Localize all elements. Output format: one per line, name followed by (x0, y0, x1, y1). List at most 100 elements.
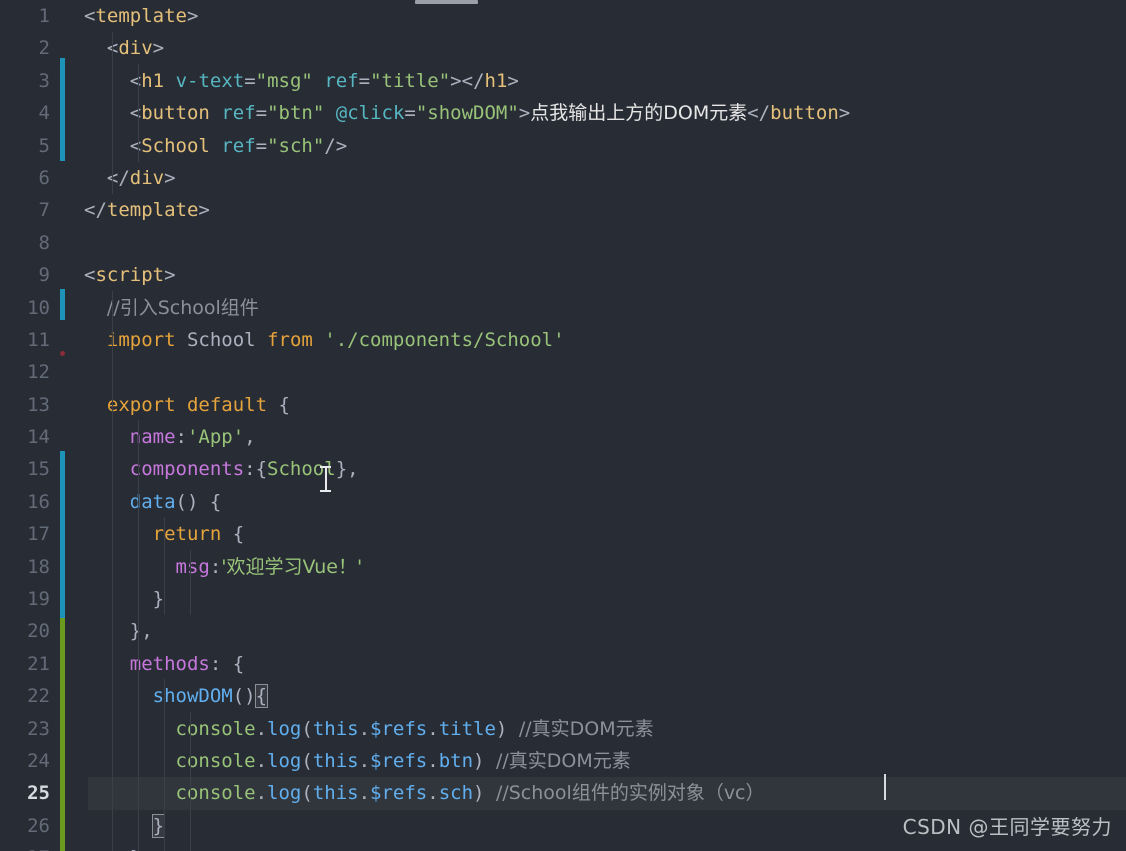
code-line[interactable]: 16 data() { (0, 486, 1126, 518)
token-ref-name: title (438, 717, 496, 740)
indent-guide (138, 420, 139, 851)
line-number: 19 (27, 588, 50, 611)
gutter-diff-deleted-line-12[interactable] (60, 351, 65, 356)
gutter-diff-added-lines-20-27[interactable] (60, 618, 65, 851)
line-content: console.log(this.$refs.title) //真实DOM元素 (175, 717, 654, 740)
token-keyword: default (186, 393, 268, 416)
gutter-diff-modified-lines-14-19[interactable] (60, 451, 65, 618)
token-keyword: return (152, 523, 222, 546)
code-content[interactable]: 1 <template> 2 <div> 3 <h1 v-text="msg" … (0, 0, 1126, 851)
token-string: '欢迎学习Vue！' (221, 555, 363, 578)
indent-guide (112, 32, 113, 194)
token-refs: $refs (370, 782, 428, 805)
line-content: //引入School组件 (84, 292, 259, 324)
token-string: "msg" (255, 69, 313, 92)
code-line[interactable]: 21 methods: { (0, 648, 1126, 680)
token-property: components (129, 458, 245, 481)
token-tag: template (95, 5, 187, 27)
line-content: </template> (84, 199, 210, 222)
code-line[interactable]: 4 <button ref="btn" @click="showDOM">点我输… (0, 97, 1126, 129)
code-line[interactable]: 20 }, (0, 615, 1126, 647)
code-line[interactable]: 11 import School from './components/Scho… (0, 324, 1126, 356)
code-line[interactable]: 7 </template> (0, 194, 1126, 226)
line-number: 24 (27, 749, 50, 772)
line-content: <div> (107, 37, 165, 60)
code-line[interactable]: 1 <template> (0, 0, 1126, 32)
token-tag: script (95, 264, 165, 287)
token-tag: div (129, 166, 165, 189)
line-number: 10 (27, 296, 50, 319)
line-content: <h1 v-text="msg" ref="title"></h1> (129, 69, 519, 92)
token-ref-name: btn (438, 749, 474, 772)
indent-guide (164, 517, 165, 615)
line-content: <School ref="sch"/> (129, 134, 348, 157)
token-this: this (312, 782, 359, 805)
line-number: 22 (27, 685, 50, 708)
line-number: 20 (27, 620, 50, 643)
text-caret (884, 774, 886, 800)
line-content: console.log(this.$refs.sch) //School组件的实… (175, 782, 765, 805)
line-content: } (152, 588, 165, 611)
code-line[interactable]: 14 name:'App', (0, 421, 1126, 453)
token-property: msg (175, 555, 210, 578)
token-property: methods (129, 652, 210, 675)
line-number: 26 (27, 814, 50, 837)
indent-guide (190, 712, 191, 851)
line-content: methods: { (129, 652, 245, 675)
line-number: 1 (38, 5, 50, 27)
line-number: 23 (27, 717, 50, 740)
code-line-active[interactable]: 25 console.log(this.$refs.sch) //School组… (0, 777, 1126, 810)
code-line[interactable]: 13 export default { (0, 389, 1126, 421)
token-method: log (267, 782, 302, 805)
token-selfclose: /> (324, 134, 348, 157)
code-line[interactable]: 18 msg:'欢迎学习Vue！' (0, 551, 1126, 583)
code-line[interactable]: 6 </div> (0, 162, 1126, 194)
line-number: 5 (38, 134, 50, 157)
gutter-diff-modified-lines-3-5[interactable] (60, 58, 65, 161)
line-number: 15 (27, 458, 50, 481)
code-line[interactable]: 12 (0, 356, 1126, 388)
token-component-tag: School (141, 134, 210, 157)
token-comment: //真实DOM元素 (518, 717, 654, 740)
token-refs: $refs (370, 749, 428, 772)
code-line[interactable]: 19 } (0, 583, 1126, 615)
code-line[interactable]: 5 <School ref="sch"/> (0, 130, 1126, 162)
token-this: this (312, 717, 359, 740)
line-number: 2 (38, 37, 50, 60)
line-content: }, (129, 620, 153, 643)
code-line[interactable]: 15 components:{School}, (0, 453, 1126, 485)
code-line[interactable]: 2 <div> (0, 32, 1126, 64)
token-element-text: 点我输出上方的DOM元素 (530, 102, 748, 125)
line-content (84, 227, 95, 259)
code-line[interactable]: 8 (0, 227, 1126, 259)
line-number: 21 (27, 652, 50, 675)
line-content: console.log(this.$refs.btn) //真实DOM元素 (175, 749, 631, 772)
code-line[interactable]: 9 <script> (0, 259, 1126, 291)
token-refs: $refs (370, 717, 428, 740)
mouse-cursor-ibeam (320, 466, 331, 492)
token-keyword: import (106, 328, 176, 351)
token-comment: //真实DOM元素 (495, 749, 631, 772)
line-content: <button ref="btn" @click="showDOM">点我输出上… (129, 102, 851, 125)
bracket-match-highlight: } (151, 813, 166, 838)
token-identifier: School (186, 328, 256, 351)
token-method: log (267, 717, 302, 740)
code-line[interactable]: 22 showDOM(){ (0, 680, 1126, 712)
code-line[interactable]: 23 console.log(this.$refs.title) //真实DOM… (0, 713, 1126, 745)
indent-guide (190, 550, 191, 615)
line-number: 4 (38, 102, 50, 125)
token-tag: h1 (141, 69, 165, 92)
code-line[interactable]: 3 <h1 v-text="msg" ref="title"></h1> (0, 65, 1126, 97)
horizontal-scrollbar-thumb[interactable] (415, 0, 478, 4)
gutter-diff-modified-line-10[interactable] (60, 289, 65, 320)
line-number: 11 (27, 328, 50, 351)
token-brace: { (278, 393, 290, 416)
code-line[interactable]: 27 } (0, 842, 1126, 851)
token-property: name (129, 426, 176, 449)
token-object: console (175, 717, 256, 740)
code-line[interactable]: 24 console.log(this.$refs.btn) //真实DOM元素 (0, 745, 1126, 777)
line-content: </div> (106, 166, 176, 189)
code-line[interactable]: 17 return { (0, 518, 1126, 550)
token-string: "sch" (267, 134, 325, 157)
code-line[interactable]: 10 //引入School组件 (0, 292, 1126, 324)
